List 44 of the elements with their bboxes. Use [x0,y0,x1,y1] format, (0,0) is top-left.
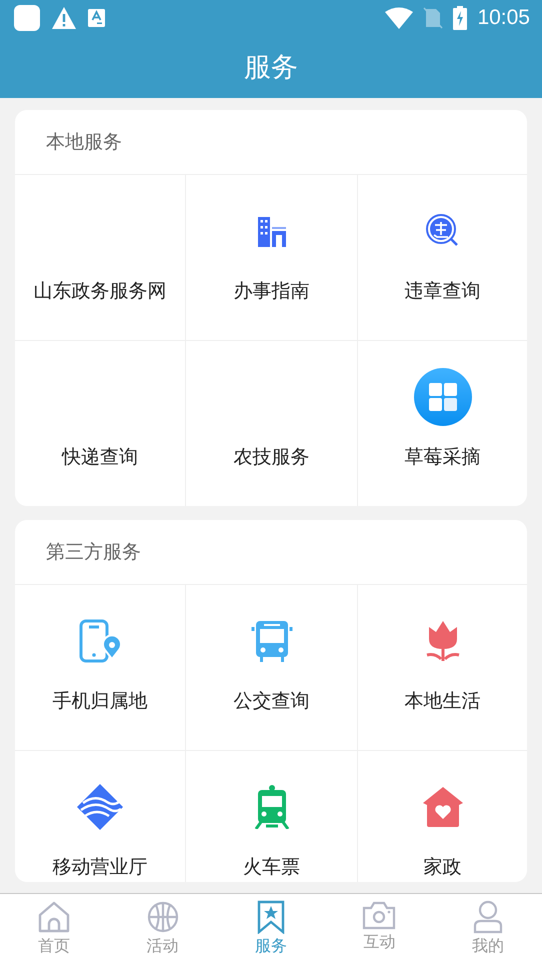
section-title: 本地服务 [45,130,123,155]
bookmark-star-icon [256,900,286,934]
page-title: 服务 [244,51,298,85]
service-tile[interactable]: 火车票 [185,750,357,882]
service-label: 山东政务服务网 [34,279,166,303]
service-label: 办事指南 [234,279,310,303]
warning-icon [52,7,76,29]
house-heart-icon [420,785,464,829]
bus-icon [250,619,294,663]
service-label: 火车票 [243,855,300,879]
app-icon [14,5,40,31]
service-tile[interactable]: 快递查询 [15,340,185,506]
service-tile[interactable]: 本地生活 [357,584,527,750]
service-label: 违章查询 [404,279,480,303]
service-tile[interactable]: 移动营业厅 [15,750,185,882]
service-tile[interactable]: 手机归属地 [15,584,185,750]
service-tile[interactable]: 农技服务 [185,340,357,506]
service-label: 公交查询 [234,689,310,713]
grid-icon [414,368,472,426]
status-time: 10:05 [477,6,530,30]
wifi-icon [385,7,414,29]
service-label: 本地生活 [404,689,480,713]
service-tile[interactable]: 家政 [357,750,527,882]
person-icon [472,900,503,934]
camera-icon [362,900,396,930]
battery-icon [453,6,468,30]
keyboard-icon [88,9,105,27]
phone-location-icon [78,619,122,663]
service-label: 手机归属地 [52,689,148,713]
service-label: 家政 [424,855,462,879]
service-tile[interactable]: 山东政务服务网 [15,174,185,340]
waves-logo-icon [75,782,125,832]
service-label: 草莓采摘 [404,445,480,469]
ball-icon [146,900,180,934]
home-icon [37,900,72,934]
section-title: 第三方服务 [45,540,142,565]
service-tile[interactable]: 公交查询 [185,584,357,750]
service-tile[interactable]: 违章查询 [357,174,527,340]
no-sim-icon [423,7,444,29]
service-label: 快递查询 [62,445,138,469]
service-tile[interactable]: 草莓采摘 [357,340,527,506]
service-tile[interactable]: 办事指南 [185,174,357,340]
service-label: 农技服务 [234,445,310,469]
service-label: 移动营业厅 [52,855,148,879]
